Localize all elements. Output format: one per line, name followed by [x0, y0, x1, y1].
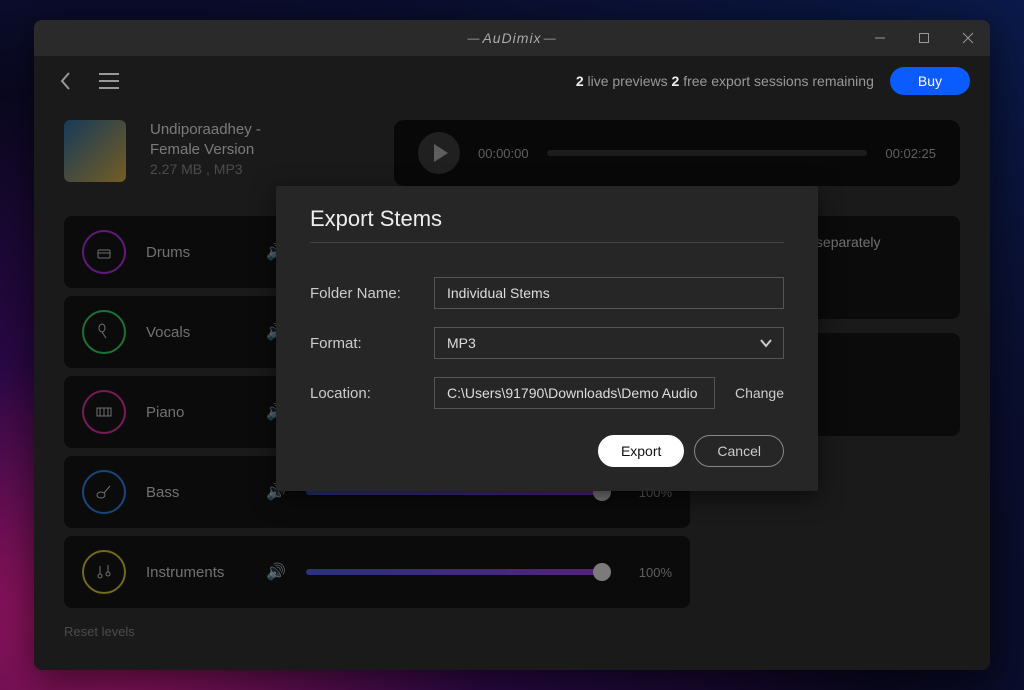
- change-location-link[interactable]: Change: [735, 385, 784, 401]
- location-input[interactable]: [434, 377, 715, 409]
- format-label: Format:: [310, 335, 422, 352]
- modal-title: Export Stems: [310, 206, 784, 232]
- export-stems-modal: Export Stems Folder Name: Format: MP3 Lo…: [276, 186, 818, 491]
- modal-export-button[interactable]: Export: [598, 435, 684, 467]
- folder-name-input[interactable]: [434, 277, 784, 309]
- modal-overlay: Export Stems Folder Name: Format: MP3 Lo…: [34, 20, 990, 670]
- folder-name-label: Folder Name:: [310, 285, 422, 302]
- chevron-down-icon: [759, 338, 773, 348]
- app-window: —AuDimix— 2 live previews 2 free export …: [34, 20, 990, 670]
- format-select[interactable]: MP3: [434, 327, 784, 359]
- modal-cancel-button[interactable]: Cancel: [694, 435, 784, 467]
- location-label: Location:: [310, 385, 422, 402]
